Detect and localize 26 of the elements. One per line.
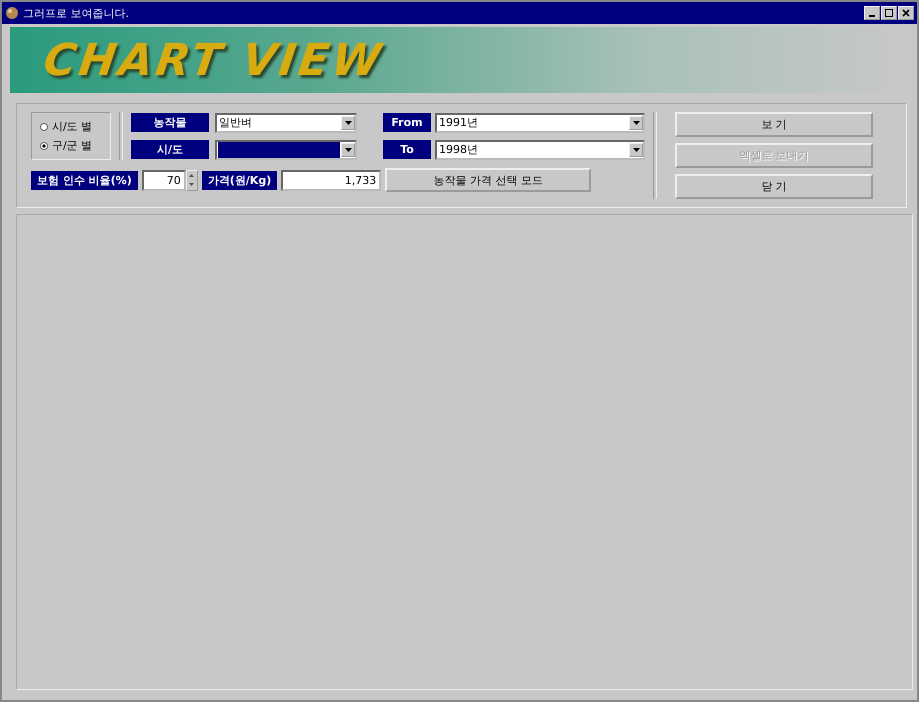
crop-label: 농작물 [131, 113, 209, 132]
ratio-label: 보험 인수 비율(%) [31, 170, 138, 190]
radio-option[interactable]: 시/도 별 [40, 119, 102, 134]
region-label: 시/도 [131, 140, 209, 159]
region-dropdown[interactable] [215, 140, 357, 160]
maximize-icon [885, 9, 893, 17]
window-title: 그러프로 보여줍니다. [23, 6, 129, 20]
price-label: 가격(원/Kg) [202, 170, 278, 190]
close-button[interactable] [898, 6, 914, 20]
radio-option[interactable]: 구/군 별 [40, 138, 102, 153]
maximize-button[interactable] [881, 6, 897, 20]
from-dropdown[interactable]: 1991년 [435, 112, 645, 132]
action-button[interactable]: 닫 기 [675, 174, 873, 199]
ratio-field[interactable]: 70 [142, 170, 186, 190]
banner-title: CHART VIEW [40, 34, 387, 86]
minimize-button[interactable] [864, 6, 880, 20]
to-label: To [383, 140, 431, 159]
from-label: From [383, 113, 431, 132]
price-mode-button[interactable]: 농작물 가격 선택 모드 [385, 168, 592, 192]
price-field[interactable]: 1,733 [281, 170, 382, 190]
crop-dropdown[interactable]: 일반벼 [215, 112, 357, 132]
action-button[interactable]: 보 기 [675, 112, 873, 137]
to-dropdown[interactable]: 1998년 [435, 140, 645, 160]
app-icon [5, 6, 19, 20]
close-icon [902, 9, 910, 17]
spin-buttons[interactable] [186, 170, 198, 190]
